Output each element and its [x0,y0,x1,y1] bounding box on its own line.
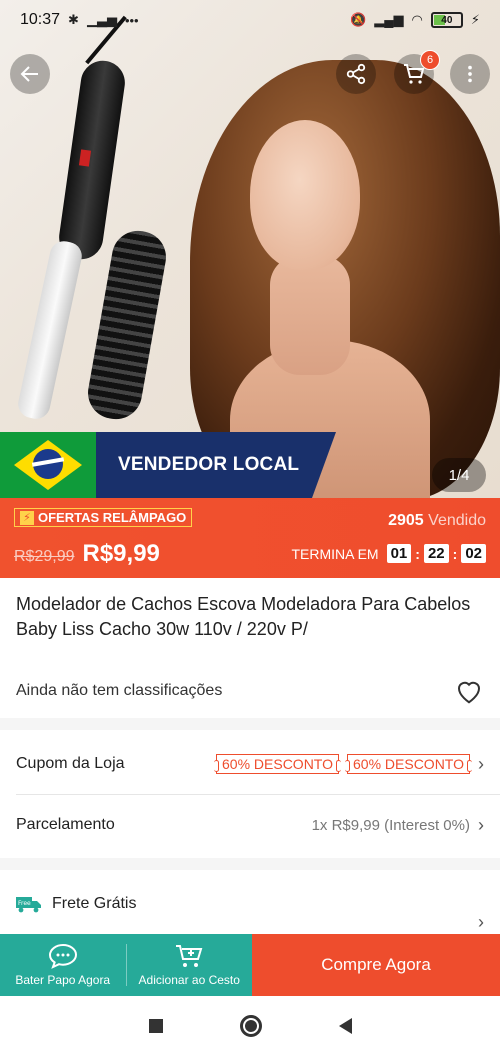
installment-value: 1x R$9,99 (Interest 0%) [311,816,470,834]
share-icon [346,63,366,85]
share-button[interactable] [336,54,376,94]
countdown-minutes: 22 [423,544,449,563]
cart-button[interactable]: 6 [394,50,440,94]
heart-icon[interactable] [454,677,484,705]
product-photo-curler-barrel [15,238,85,422]
sold-count: 2905 Vendido [388,512,486,530]
countdown-timer: TERMINA EM 01 : 22 : 02 [291,544,486,563]
section-separator [0,858,500,870]
add-to-cart-button[interactable]: Adicionar ao Cesto [127,934,253,996]
bottom-action-bar: Bater Papo Agora Adicionar ao Cesto Comp… [0,934,500,996]
sale-price: R$9,99 [82,540,160,567]
original-price: R$29,99 [14,548,75,565]
more-dots-icon: ••• [124,12,139,28]
more-vertical-icon [468,65,472,83]
status-bar: 10:37 ✱ ▁▃▅ ••• 🔕 ▂▄▆ ◠ 40 ⚡ [0,0,500,40]
system-navigation-bar [0,996,500,1056]
bluetooth-icon: ✱ [68,12,79,27]
section-separator [0,718,500,730]
countdown-seconds: 02 [461,544,486,563]
battery-level: 40 [441,14,453,26]
coupon-badge: 60% DESCONTO [214,754,341,774]
chevron-right-icon[interactable]: › [478,912,484,933]
cart-count-badge: 6 [420,50,440,70]
rating-text: Ainda não tem classificações [16,682,223,699]
sold-number: 2905 [388,512,424,529]
lightning-icon: ⚡ [20,510,34,525]
add-to-cart-label: Adicionar ao Cesto [138,973,240,987]
recent-apps-icon[interactable] [148,1019,163,1033]
carousel-page-indicator: 1/4 [432,458,486,492]
status-time: 10:37 [20,11,61,28]
back-button[interactable] [10,54,50,94]
chevron-right-icon: › [478,814,484,835]
product-photo-brush-attachment [83,226,171,424]
flash-sale-tag: ⚡ OFERTAS RELÂMPAGO [14,508,193,527]
rating-row: Ainda não tem classificações [0,676,500,706]
more-options-button[interactable] [450,54,490,94]
buy-now-button[interactable]: Compre Agora [252,934,500,996]
sold-label: Vendido [428,512,486,529]
chat-now-button[interactable]: Bater Papo Agora [0,934,126,996]
installment-row[interactable]: Parcelamento 1x R$9,99 (Interest 0%) › [0,795,500,855]
svg-text:Free: Free [18,900,31,907]
mute-icon: 🔕 [350,12,367,27]
arrow-left-icon [20,66,38,82]
flash-sale-strip: ⚡ OFERTAS RELÂMPAGO 2905 Vendido R$29,99… [0,498,500,578]
cell-signal-icon: ▂▄▆ [374,12,404,27]
home-icon[interactable] [239,1015,262,1037]
countdown-hours: 01 [386,544,412,563]
charging-icon: ⚡ [470,12,480,27]
signal-small-icon: ▁▃▅ [86,12,117,27]
countdown-label: TERMINA EM [291,545,379,562]
product-photo-curler-handle [56,57,128,263]
chat-now-label: Bater Papo Agora [15,973,111,987]
store-coupon-label: Cupom da Loja [16,755,125,772]
product-photo-model-neck [270,255,350,375]
product-photo-model-face [250,120,360,270]
local-seller-label: VENDEDOR LOCAL [96,432,336,498]
add-to-cart-icon [176,945,203,967]
wifi-icon: ◠ [411,12,423,27]
free-shipping-label: Frete Grátis [52,895,137,912]
flash-sale-label: OFERTAS RELÂMPAGO [38,510,187,525]
battery-icon: 40 [430,12,463,28]
coupon-badge: 60% DESCONTO [345,754,472,774]
local-seller-banner: VENDEDOR LOCAL [0,432,500,498]
truck-icon: Free [16,897,41,913]
free-shipping-row[interactable]: Free Frete Grátis [0,884,500,924]
back-icon[interactable] [338,1018,352,1034]
chevron-right-icon: › [478,753,484,774]
store-coupon-row[interactable]: Cupom da Loja 60% DESCONTO 60% DESCONTO … [0,734,500,794]
product-title: Modelador de Cachos Escova Modeladora Pa… [16,594,471,639]
chat-icon [48,943,77,969]
installment-label: Parcelamento [16,816,115,833]
price-block: R$29,99 R$9,99 [14,540,160,568]
brazil-flag-icon [0,432,96,498]
